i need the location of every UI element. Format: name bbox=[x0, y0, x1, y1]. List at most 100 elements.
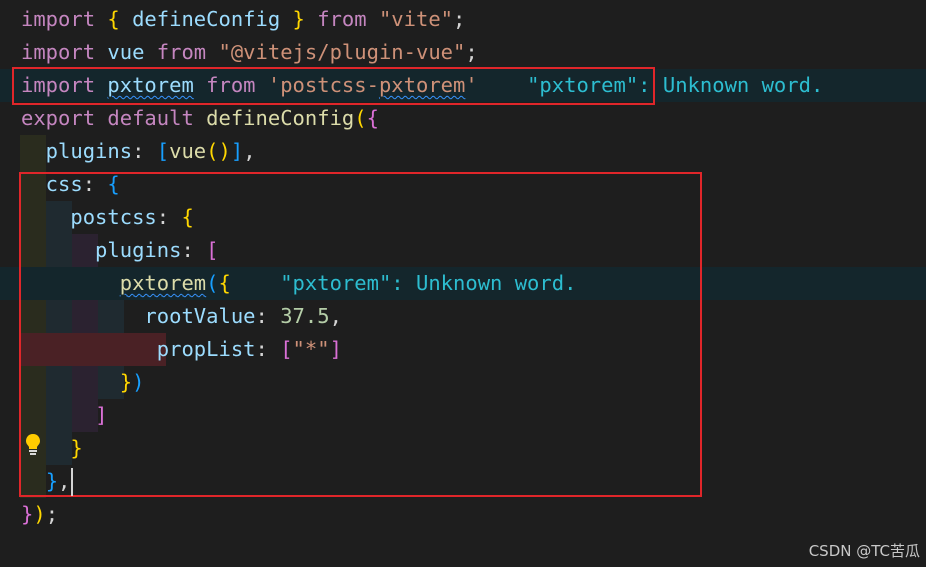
code-line[interactable]: export default defineConfig({ bbox=[0, 102, 926, 135]
code-line[interactable]: import pxtorem from 'postcss-pxtorem' "p… bbox=[0, 69, 926, 102]
code-token: { bbox=[218, 271, 231, 295]
code-token: , bbox=[329, 304, 342, 328]
code-line[interactable]: css: { bbox=[0, 168, 926, 201]
code-token: , bbox=[58, 469, 71, 493]
code-token: plugins bbox=[21, 238, 182, 262]
code-line[interactable]: import { defineConfig } from "vite"; bbox=[0, 3, 926, 36]
code-token: ] bbox=[230, 139, 244, 163]
code-token: } bbox=[21, 502, 34, 526]
code-text: }); bbox=[21, 498, 58, 531]
lightbulb-icon[interactable] bbox=[24, 432, 42, 456]
code-token: plugins bbox=[21, 139, 133, 163]
code-token: defineConfig bbox=[206, 106, 355, 130]
code-token: postcss bbox=[21, 205, 157, 229]
code-text: ] bbox=[21, 399, 107, 432]
code-token: ; bbox=[453, 7, 466, 31]
code-token: ) bbox=[33, 502, 46, 526]
code-token: ] bbox=[329, 337, 342, 361]
code-text: import pxtorem from 'postcss-pxtorem' "p… bbox=[21, 69, 823, 102]
code-line[interactable]: }); bbox=[0, 498, 926, 531]
code-token: pxtorem bbox=[119, 271, 207, 295]
code-token: from bbox=[317, 7, 367, 31]
code-token: : bbox=[255, 337, 281, 361]
code-line[interactable]: import vue from "@vitejs/plugin-vue"; bbox=[0, 36, 926, 69]
code-token: ' bbox=[465, 73, 478, 97]
code-line[interactable]: propList: ["*"] bbox=[0, 333, 926, 366]
code-token: : bbox=[181, 238, 207, 262]
code-line[interactable]: postcss: { bbox=[0, 201, 926, 234]
code-token: export bbox=[21, 106, 96, 130]
code-line[interactable]: ] bbox=[0, 399, 926, 432]
code-text: import vue from "@vitejs/plugin-vue"; bbox=[21, 36, 478, 69]
code-line[interactable]: pxtorem({ "pxtorem": Unknown word. bbox=[0, 267, 926, 300]
code-token: [ bbox=[280, 337, 293, 361]
code-token: } bbox=[292, 7, 305, 31]
code-token: defineConfig bbox=[119, 7, 293, 31]
code-token: ; bbox=[465, 40, 478, 64]
code-token: "*" bbox=[292, 337, 330, 361]
code-text: import { defineConfig } from "vite"; bbox=[21, 3, 465, 36]
code-text: }, bbox=[21, 465, 71, 498]
code-text: pxtorem({ "pxtorem": Unknown word. bbox=[21, 267, 577, 300]
code-token: : bbox=[156, 205, 182, 229]
code-line[interactable]: } bbox=[0, 432, 926, 465]
code-token: "@vitejs/plugin-vue" bbox=[218, 40, 466, 64]
code-token: from bbox=[206, 73, 256, 97]
code-editor[interactable]: import { defineConfig } from "vite"; impo… bbox=[0, 0, 926, 567]
code-token: 'postcss- bbox=[267, 73, 379, 97]
code-text: plugins: [ bbox=[21, 234, 218, 267]
code-token: vue bbox=[169, 139, 207, 163]
code-token: propList bbox=[21, 337, 256, 361]
code-token: , bbox=[243, 139, 256, 163]
code-token: } bbox=[119, 370, 133, 394]
code-text: postcss: { bbox=[21, 201, 194, 234]
code-text: propList: ["*"] bbox=[21, 333, 342, 366]
code-token: { bbox=[181, 205, 194, 229]
code-token: default bbox=[107, 106, 194, 130]
code-token: : bbox=[82, 172, 108, 196]
code-token: "vite" bbox=[378, 7, 454, 31]
code-token: { bbox=[366, 106, 379, 130]
code-token: import bbox=[21, 7, 96, 31]
code-token: { bbox=[107, 7, 120, 31]
code-token: ( bbox=[354, 106, 367, 130]
text-cursor bbox=[71, 468, 73, 496]
code-line[interactable]: plugins: [vue()], bbox=[0, 135, 926, 168]
code-line[interactable]: rootValue: 37.5, bbox=[0, 300, 926, 333]
code-token: : bbox=[132, 139, 157, 163]
code-token: ( bbox=[206, 271, 219, 295]
code-text: export default defineConfig({ bbox=[21, 102, 379, 135]
code-token: 37.5 bbox=[280, 304, 330, 328]
code-token: from bbox=[156, 40, 207, 64]
code-token: import bbox=[21, 40, 96, 64]
code-token: pxtorem bbox=[378, 73, 466, 97]
code-token: [ bbox=[156, 139, 170, 163]
code-token: } bbox=[70, 436, 83, 460]
code-text: rootValue: 37.5, bbox=[21, 300, 342, 333]
inline-error-message: "pxtorem": Unknown word. bbox=[527, 73, 824, 97]
code-line[interactable]: plugins: [ bbox=[0, 234, 926, 267]
code-line[interactable]: }) bbox=[0, 366, 926, 399]
code-token: vue bbox=[107, 40, 145, 64]
watermark: CSDN @TC苦瓜 bbox=[808, 542, 920, 560]
code-token: pxtorem bbox=[107, 73, 194, 97]
code-token: ] bbox=[95, 403, 108, 427]
code-token: css bbox=[21, 172, 83, 196]
code-text: }) bbox=[21, 366, 145, 399]
code-line[interactable]: }, bbox=[0, 465, 926, 498]
